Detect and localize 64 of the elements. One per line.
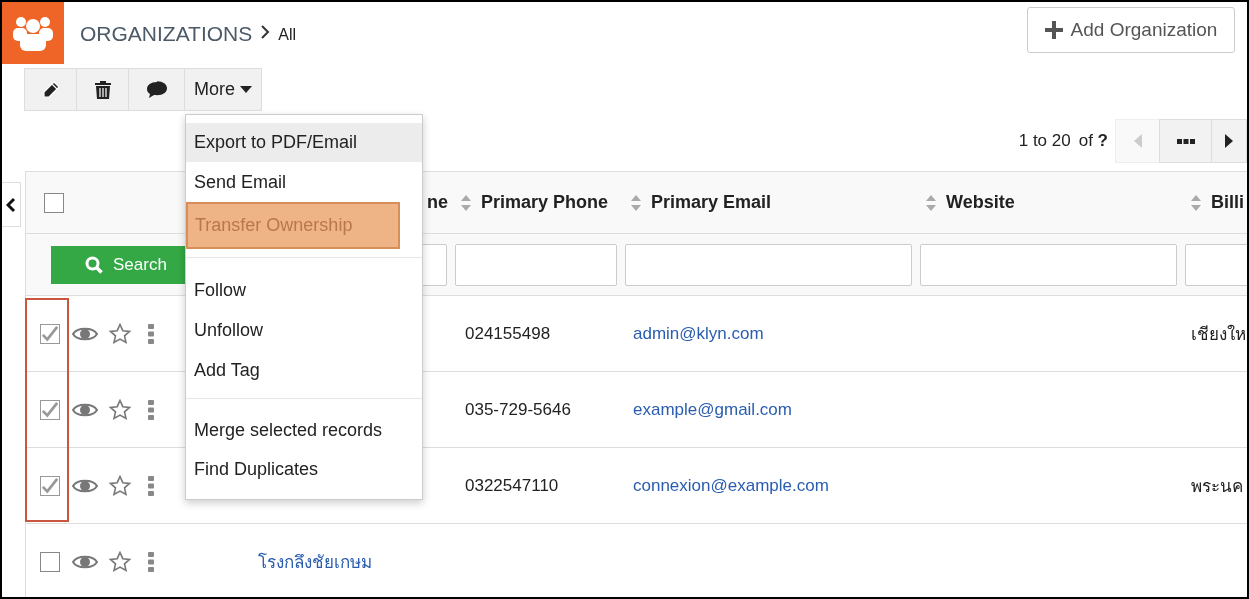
menu-item[interactable]: Find Duplicates	[186, 450, 422, 489]
trash-icon	[94, 80, 111, 99]
menu-item[interactable]: Merge selected records	[186, 411, 422, 450]
page-title: ORGANIZATIONS	[80, 21, 253, 46]
star-icon[interactable]	[109, 398, 131, 421]
email-link[interactable]: admin@klyn.com	[633, 323, 764, 344]
phone-cell: 0322547110	[465, 475, 559, 496]
filter-input-field[interactable]	[625, 243, 912, 286]
column-header[interactable]: Billi	[1211, 192, 1244, 213]
billing-cell-text: เชียงให	[1191, 323, 1246, 346]
sort-icon[interactable]	[461, 194, 471, 211]
billing-cell-text: พระนค	[1191, 476, 1243, 498]
menu-item[interactable]: Send Email	[186, 162, 422, 202]
triangle-right-icon	[1225, 134, 1233, 148]
filter-input-field[interactable]	[455, 243, 617, 286]
phone-cell: 024155498	[465, 323, 551, 344]
filter-input-field[interactable]	[920, 243, 1177, 286]
triangle-left-icon	[1133, 134, 1142, 148]
edit-button[interactable]	[24, 68, 77, 111]
page-options-button[interactable]	[1159, 119, 1212, 163]
delete-button[interactable]	[76, 68, 129, 111]
ellipsis-icon	[1176, 138, 1195, 144]
menu-item[interactable]: Unfollow	[186, 310, 422, 350]
menu-item[interactable]: Add Tag	[186, 350, 422, 390]
email-link[interactable]: connexion@example.com	[633, 475, 829, 496]
speech-bubble-icon	[145, 80, 168, 99]
sort-icon[interactable]	[926, 194, 936, 211]
more-dropdown-button[interactable]: More	[184, 68, 262, 111]
select-all-checkbox[interactable]	[44, 192, 64, 213]
kebab-menu-icon[interactable]	[148, 399, 154, 420]
sort-icon[interactable]	[631, 194, 641, 211]
chevron-left-icon	[6, 196, 16, 213]
menu-item[interactable]: Export to PDF/Email	[186, 123, 422, 162]
star-icon[interactable]	[109, 550, 131, 573]
star-icon[interactable]	[109, 474, 131, 497]
record-range: 1 to 20	[1018, 131, 1071, 151]
row-checkbox[interactable]	[40, 475, 60, 496]
row-checkbox[interactable]	[40, 323, 60, 344]
record-total: of ?	[1078, 131, 1108, 151]
pencil-icon	[41, 80, 60, 99]
comment-button[interactable]	[128, 68, 185, 111]
column-header[interactable]: Primary Phone	[481, 192, 609, 213]
people-icon	[13, 15, 53, 51]
star-icon[interactable]	[109, 322, 131, 345]
column-header[interactable]: Primary Email	[651, 192, 772, 213]
row-checkbox[interactable]	[40, 399, 60, 420]
collapse-sidebar-button[interactable]	[2, 182, 21, 227]
next-page-button[interactable]	[1211, 119, 1247, 163]
kebab-menu-icon[interactable]	[148, 323, 154, 344]
search-icon	[85, 255, 103, 274]
row-checkbox[interactable]	[40, 551, 60, 572]
sort-icon[interactable]	[1191, 194, 1201, 211]
breadcrumb-link[interactable]: All	[278, 25, 297, 44]
phone-cell: 035-729-5646	[465, 399, 571, 420]
chevron-right-icon	[260, 23, 271, 40]
kebab-menu-icon[interactable]	[148, 475, 154, 496]
organization-name-link[interactable]: โรงกลึงชัยเกษม	[258, 548, 372, 575]
kebab-menu-icon[interactable]	[148, 551, 154, 572]
column-header[interactable]: Website	[946, 192, 1015, 213]
plus-icon	[1044, 21, 1063, 39]
column-header[interactable]: ne	[427, 192, 448, 213]
email-link[interactable]: example@gmail.com	[633, 399, 792, 420]
add-organization-button[interactable]: Add Organization	[1027, 7, 1235, 53]
caret-down-icon	[240, 86, 252, 93]
